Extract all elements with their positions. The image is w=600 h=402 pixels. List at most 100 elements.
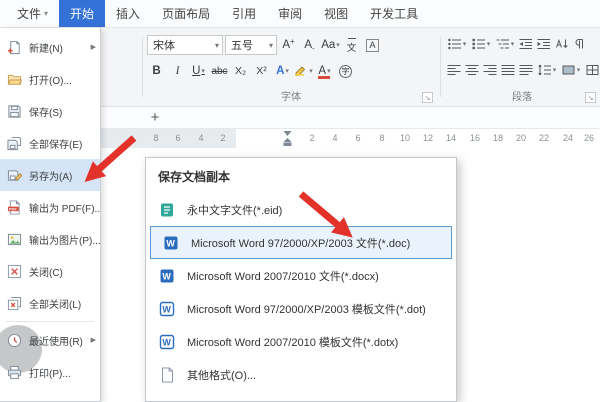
- highlight-button[interactable]: [294, 61, 313, 81]
- bold-button[interactable]: B: [147, 61, 166, 81]
- numbered-list-button[interactable]: [470, 35, 492, 52]
- text-effects-button[interactable]: A: [273, 61, 292, 81]
- pdf-icon: PDF: [7, 199, 24, 215]
- font-color-bar: [318, 76, 330, 79]
- menu-home[interactable]: 开始: [59, 0, 105, 27]
- bullet-list-icon: [448, 38, 462, 50]
- submenu-item-doc[interactable]: W Microsoft Word 97/2000/XP/2003 文件(*.do…: [150, 226, 452, 259]
- menu-view[interactable]: 视图: [313, 0, 359, 27]
- word-processor-window: 文件 开始 插入 页面布局 引用 审阅 视图 开发工具 宋体 五号 A: [0, 0, 600, 402]
- file-menu-item-close[interactable]: 关闭(C): [0, 255, 100, 287]
- justify-button[interactable]: [500, 61, 516, 78]
- word-template-dotx-icon: W: [159, 334, 179, 350]
- menu-review[interactable]: 审阅: [267, 0, 313, 27]
- superscript-button[interactable]: X²: [252, 61, 271, 81]
- file-menu-item-label: 另存为(A): [29, 168, 91, 183]
- submenu-arrow-icon: ▶: [91, 336, 96, 344]
- menu-page-layout[interactable]: 页面布局: [151, 0, 221, 27]
- file-menu-item-label: 关闭(C): [29, 264, 96, 279]
- decrease-font-size-button[interactable]: A: [300, 35, 319, 55]
- file-menu-item-label: 打印(P)...: [29, 365, 96, 380]
- menu-references[interactable]: 引用: [221, 0, 267, 27]
- menu-insert[interactable]: 插入: [105, 0, 151, 27]
- distribute-button[interactable]: [518, 61, 534, 78]
- increase-font-glyph: A: [282, 39, 290, 51]
- align-center-button[interactable]: [464, 61, 480, 78]
- italic-button[interactable]: I: [168, 61, 187, 81]
- file-menu-item-save[interactable]: 保存(S): [0, 95, 100, 127]
- enclose-character-button[interactable]: 字: [336, 61, 355, 81]
- borders-button[interactable]: [584, 61, 600, 78]
- menu-file[interactable]: 文件: [6, 0, 59, 27]
- close-all-icon: [7, 295, 24, 311]
- submenu-item-dotx[interactable]: W Microsoft Word 2007/2010 模板文件(*.dotx): [146, 325, 456, 358]
- increase-font-size-button[interactable]: A: [279, 35, 298, 55]
- submenu-item-label: Microsoft Word 97/2000/XP/2003 文件(*.doc): [191, 235, 410, 251]
- align-right-button[interactable]: [482, 61, 498, 78]
- submenu-item-other-formats[interactable]: 其他格式(O)...: [146, 358, 456, 391]
- ruler-number: 24: [563, 133, 573, 143]
- submenu-item-label: 永中文字文件(*.eid): [187, 202, 282, 218]
- eid-file-icon: [159, 202, 179, 218]
- decrease-indent-button[interactable]: [518, 35, 534, 52]
- ruler-number: 26: [584, 133, 594, 143]
- open-folder-icon: [7, 71, 24, 87]
- file-menu-item-close-all[interactable]: 全部关闭(L): [0, 287, 100, 319]
- submenu-item-docx[interactable]: W Microsoft Word 2007/2010 文件(*.docx): [146, 259, 456, 292]
- file-menu-item-label: 输出为 PDF(F)...: [29, 200, 100, 215]
- paragraph-dialog-launcher-icon[interactable]: ↘: [585, 92, 596, 103]
- sort-button[interactable]: [554, 35, 570, 52]
- underline-button[interactable]: U: [189, 61, 208, 81]
- word-docx-icon: W: [159, 268, 179, 284]
- align-left-button[interactable]: [446, 61, 462, 78]
- file-menu-item-save-as[interactable]: 另存为(A) ▶: [0, 159, 100, 191]
- file-menu-item-recent[interactable]: 最近使用(R) ▶: [0, 324, 100, 356]
- ruler-number: 12: [423, 133, 433, 143]
- submenu-item-eid[interactable]: 永中文字文件(*.eid): [146, 193, 456, 226]
- menu-developer[interactable]: 开发工具: [359, 0, 429, 27]
- character-border-button[interactable]: A: [363, 35, 382, 55]
- save-all-icon: [7, 135, 24, 151]
- highlight-pen-icon: [294, 63, 308, 79]
- change-case-button[interactable]: Aa: [321, 35, 340, 55]
- file-menu-item-export-pdf[interactable]: PDF 输出为 PDF(F)...: [0, 191, 100, 223]
- paragraph-group: 段落 ↘: [446, 28, 598, 106]
- svg-text:W: W: [162, 304, 171, 314]
- file-menu-item-save-all[interactable]: 全部保存(E): [0, 127, 100, 159]
- ruler-number: 8: [153, 133, 158, 143]
- multilevel-list-button[interactable]: [494, 35, 516, 52]
- file-menu-item-print[interactable]: 打印(P)...: [0, 356, 100, 388]
- font-dialog-launcher-icon[interactable]: ↘: [422, 92, 433, 103]
- file-menu-item-open[interactable]: 打开(O)...: [0, 63, 100, 95]
- font-name-combo[interactable]: 宋体: [147, 35, 223, 55]
- phonetic-guide-button[interactable]: 文: [342, 35, 361, 55]
- new-document-icon: [7, 39, 24, 55]
- font-size-combo[interactable]: 五号: [225, 35, 277, 55]
- submenu-item-dot[interactable]: W Microsoft Word 97/2000/XP/2003 模板文件(*.…: [146, 292, 456, 325]
- ruler-number: 14: [446, 133, 456, 143]
- show-paragraph-marks-button[interactable]: [572, 35, 588, 52]
- ruler-number: 22: [539, 133, 549, 143]
- ruler-number: 18: [493, 133, 503, 143]
- ruler-number: 2: [309, 133, 314, 143]
- line-spacing-button[interactable]: [536, 61, 558, 78]
- indent-marker-handle[interactable]: [283, 129, 292, 153]
- menu-bar: 文件 开始 插入 页面布局 引用 审阅 视图 开发工具: [0, 0, 600, 28]
- image-icon: [7, 231, 24, 247]
- svg-text:PDF: PDF: [9, 206, 17, 211]
- subscript-button[interactable]: X₂: [231, 61, 250, 81]
- file-menu-item-export-image[interactable]: 输出为图片(P)...: [0, 223, 100, 255]
- word-doc-icon: W: [163, 235, 183, 251]
- new-tab-button[interactable]: +: [146, 109, 164, 127]
- file-menu-item-new[interactable]: 新建(N) ▶: [0, 31, 100, 63]
- word-template-dot-icon: W: [159, 301, 179, 317]
- font-group: 宋体 五号 A A Aa 文 A B I U: [147, 28, 435, 106]
- strikethrough-button[interactable]: abc: [210, 61, 229, 81]
- file-menu-item-label: 全部保存(E): [29, 136, 96, 151]
- increase-indent-button[interactable]: [536, 35, 552, 52]
- bullet-list-button[interactable]: [446, 35, 468, 52]
- shading-button[interactable]: [560, 61, 582, 78]
- font-color-button[interactable]: A: [315, 61, 334, 81]
- generic-file-icon: [159, 367, 179, 383]
- submenu-header: 保存文档副本: [146, 158, 456, 193]
